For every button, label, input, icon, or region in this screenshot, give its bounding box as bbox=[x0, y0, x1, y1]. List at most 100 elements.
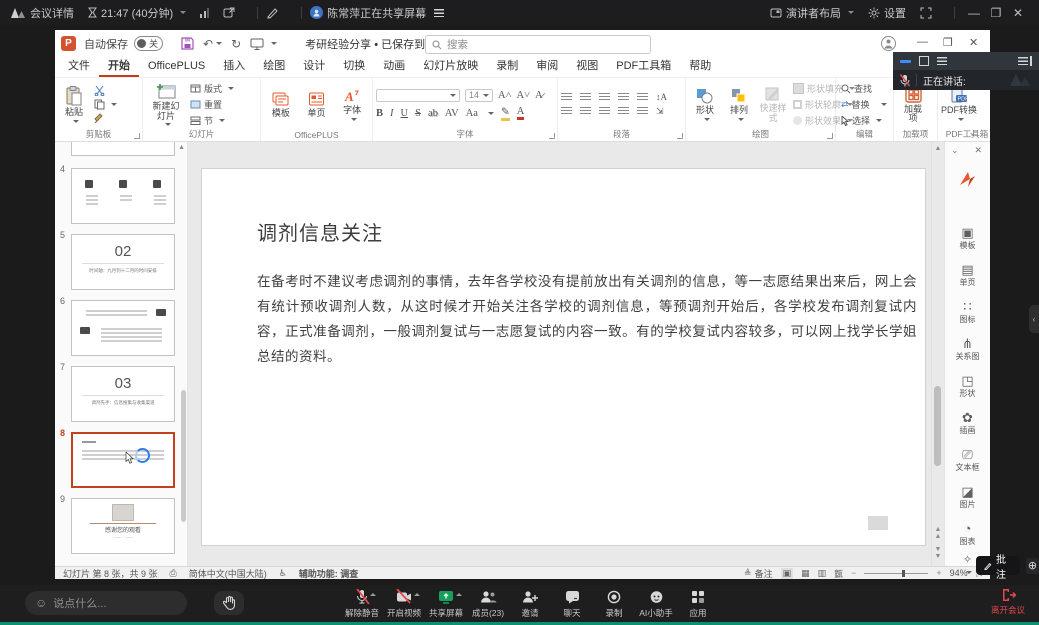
sidebar-item-icons[interactable]: ∷图标 bbox=[945, 300, 990, 325]
increase-indent-icon[interactable] bbox=[618, 93, 629, 102]
apps-button[interactable]: 应用 bbox=[677, 588, 719, 619]
change-case-button[interactable]: Aa bbox=[466, 108, 478, 119]
invite-button[interactable]: 邀请 bbox=[509, 588, 551, 619]
sidebar-item-shapes[interactable]: ◳形状 bbox=[945, 374, 990, 399]
slide-thumb-5[interactable]: 02 时间轴：九月到十二月的时间安排 bbox=[71, 234, 175, 290]
settings-button[interactable]: 设置 bbox=[868, 5, 906, 21]
sidebar-close-icon[interactable]: ✕ bbox=[974, 145, 982, 156]
record-button[interactable]: 录制 bbox=[593, 588, 635, 619]
save-icon[interactable] bbox=[181, 37, 194, 50]
members-button[interactable]: 成员(23) bbox=[467, 588, 509, 619]
slide-thumb-4[interactable] bbox=[71, 168, 175, 224]
meeting-details-button[interactable]: 会议详情 bbox=[10, 5, 74, 21]
ppt-restore-button[interactable]: ❐ bbox=[943, 36, 953, 49]
sidebar-item-illustration[interactable]: ✿插画 bbox=[945, 411, 990, 436]
magnify-button[interactable]: ⊕ bbox=[1026, 558, 1039, 574]
strikethrough-button[interactable]: S bbox=[415, 108, 421, 119]
fullscreen-icon[interactable] bbox=[920, 7, 932, 19]
slide-thumb-9[interactable]: 感谢您的观看 —— · —— bbox=[71, 498, 175, 554]
presenter-layout-button[interactable]: 演讲者布局 bbox=[770, 5, 854, 21]
find-button[interactable]: 查找 bbox=[841, 82, 887, 95]
clear-formatting-icon[interactable]: A̷ bbox=[535, 90, 543, 101]
decrease-indent-icon[interactable] bbox=[599, 93, 610, 102]
columns-icon[interactable] bbox=[637, 107, 648, 116]
menu-officeplus[interactable]: OfficePLUS bbox=[139, 57, 214, 77]
menu-draw[interactable]: 绘图 bbox=[254, 57, 294, 77]
officeplus-font-button[interactable]: A 字体 bbox=[336, 81, 368, 128]
close-button[interactable]: ✕ bbox=[1007, 6, 1029, 20]
paste-button[interactable]: 粘贴 bbox=[58, 81, 90, 128]
slideshow-view-icon[interactable]: 㼿 bbox=[834, 567, 843, 580]
slide-thumb-8-selected[interactable] bbox=[71, 432, 175, 488]
restore-button[interactable]: ❐ bbox=[985, 6, 1007, 20]
arrange-button[interactable]: 排列 bbox=[723, 81, 755, 128]
sidebar-item-chart[interactable]: ◔图表 bbox=[945, 522, 990, 547]
slide-placeholder-box[interactable] bbox=[868, 516, 888, 530]
line-spacing-icon[interactable] bbox=[637, 93, 648, 102]
slide-thumb-3-partial[interactable] bbox=[71, 142, 175, 156]
font-color-button[interactable]: A bbox=[517, 106, 525, 120]
justify-icon[interactable] bbox=[618, 107, 629, 116]
menu-design[interactable]: 设计 bbox=[294, 57, 334, 77]
align-left-icon[interactable] bbox=[561, 107, 572, 116]
sidebar-item-picture[interactable]: ◪图片 bbox=[945, 485, 990, 510]
thumb-scrollbar[interactable] bbox=[181, 390, 186, 522]
sidebar-collapse-icon[interactable]: ⌄ bbox=[951, 145, 959, 156]
quick-styles-button[interactable]: 快速样式 bbox=[757, 81, 789, 128]
sidebar-item-single-page[interactable]: ▤单页 bbox=[945, 263, 990, 288]
slide-body-text[interactable]: 在备考时不建议考虑调剂的事情，去年各学校没有提前放出有关调剂的信息，等一志愿结果… bbox=[257, 269, 917, 369]
replace-button[interactable]: ⇄替换 bbox=[841, 98, 887, 111]
menu-home[interactable]: 开始 bbox=[99, 57, 139, 77]
minimize-button[interactable]: — bbox=[963, 6, 985, 20]
muted-mic-icon[interactable] bbox=[900, 74, 910, 87]
highlight-color-button[interactable]: ✎ bbox=[501, 106, 510, 121]
slide-layout-button[interactable]: 版式 bbox=[190, 82, 234, 95]
language-status[interactable]: 简体中文(中国大陆) bbox=[189, 567, 267, 580]
ppt-close-button[interactable]: ✕ bbox=[969, 36, 978, 49]
menu-review[interactable]: 审阅 bbox=[527, 57, 567, 77]
zoom-slider[interactable] bbox=[864, 573, 928, 574]
select-button[interactable]: 选择 bbox=[841, 114, 887, 127]
quick-access-more-icon[interactable] bbox=[271, 42, 277, 45]
slide-thumb-6[interactable] bbox=[71, 300, 175, 356]
scrollbar-thumb[interactable] bbox=[934, 386, 941, 466]
meeting-timer[interactable]: 21:47 (40分钟) bbox=[88, 5, 186, 21]
officeplus-singlepage-button[interactable]: 单页 bbox=[300, 81, 332, 128]
slide-thumb-7[interactable]: 03 调剂先手：信息搜集与收集渠道 bbox=[71, 366, 175, 422]
scroll-up-icon[interactable]: ▲ bbox=[932, 145, 944, 152]
ppt-minimize-button[interactable]: — bbox=[917, 36, 928, 48]
bullets-icon[interactable] bbox=[561, 93, 572, 102]
format-painter-button[interactable] bbox=[94, 113, 117, 124]
sidebar-item-diagram[interactable]: ⋔关系图 bbox=[945, 337, 990, 362]
copy-button[interactable] bbox=[94, 99, 117, 110]
accessibility-status[interactable]: 辅助功能: 调查 bbox=[299, 567, 359, 580]
notes-toggle-button[interactable]: ≜备注 bbox=[744, 567, 773, 580]
panel-list-icon[interactable] bbox=[937, 57, 947, 65]
main-scrollbar[interactable]: ▲ ▲▲ ▼▼ bbox=[931, 142, 944, 566]
numbering-icon[interactable] bbox=[580, 93, 591, 102]
menu-animations[interactable]: 动画 bbox=[374, 57, 414, 77]
cut-button[interactable] bbox=[94, 85, 117, 96]
officeplus-template-button[interactable]: 模板 bbox=[265, 81, 297, 128]
annotation-pen-icon[interactable] bbox=[266, 7, 279, 19]
sidebar-item-template[interactable]: ▣模板 bbox=[945, 226, 990, 251]
chat-button[interactable]: 聊天 bbox=[551, 588, 593, 619]
zoom-slider-thumb[interactable] bbox=[902, 570, 905, 577]
start-slideshow-icon[interactable] bbox=[250, 38, 264, 50]
panel-collapse-handle[interactable]: ‹ bbox=[1029, 305, 1039, 333]
drawing-dialog-launcher[interactable] bbox=[827, 133, 833, 139]
autosave-toggle[interactable]: 关 bbox=[134, 36, 163, 51]
bold-button[interactable]: B bbox=[376, 108, 383, 119]
char-spacing-button[interactable]: A︎V bbox=[445, 108, 459, 119]
menu-view[interactable]: 视图 bbox=[567, 57, 607, 77]
menu-pdf-toolbox[interactable]: PDF工具箱 bbox=[607, 57, 680, 77]
thumb-scroll-up-icon[interactable]: ▲ bbox=[178, 144, 185, 151]
account-avatar[interactable] bbox=[881, 36, 896, 51]
search-input[interactable]: 搜索 bbox=[425, 35, 651, 54]
shapes-button[interactable]: 形状 bbox=[689, 81, 721, 128]
panel-restore-icon[interactable] bbox=[919, 56, 929, 66]
font-dialog-launcher[interactable] bbox=[549, 133, 555, 139]
unmute-button[interactable]: 解除静音 bbox=[341, 588, 383, 619]
paragraph-dialog-launcher[interactable] bbox=[677, 133, 683, 139]
section-button[interactable]: 节 bbox=[190, 114, 234, 127]
